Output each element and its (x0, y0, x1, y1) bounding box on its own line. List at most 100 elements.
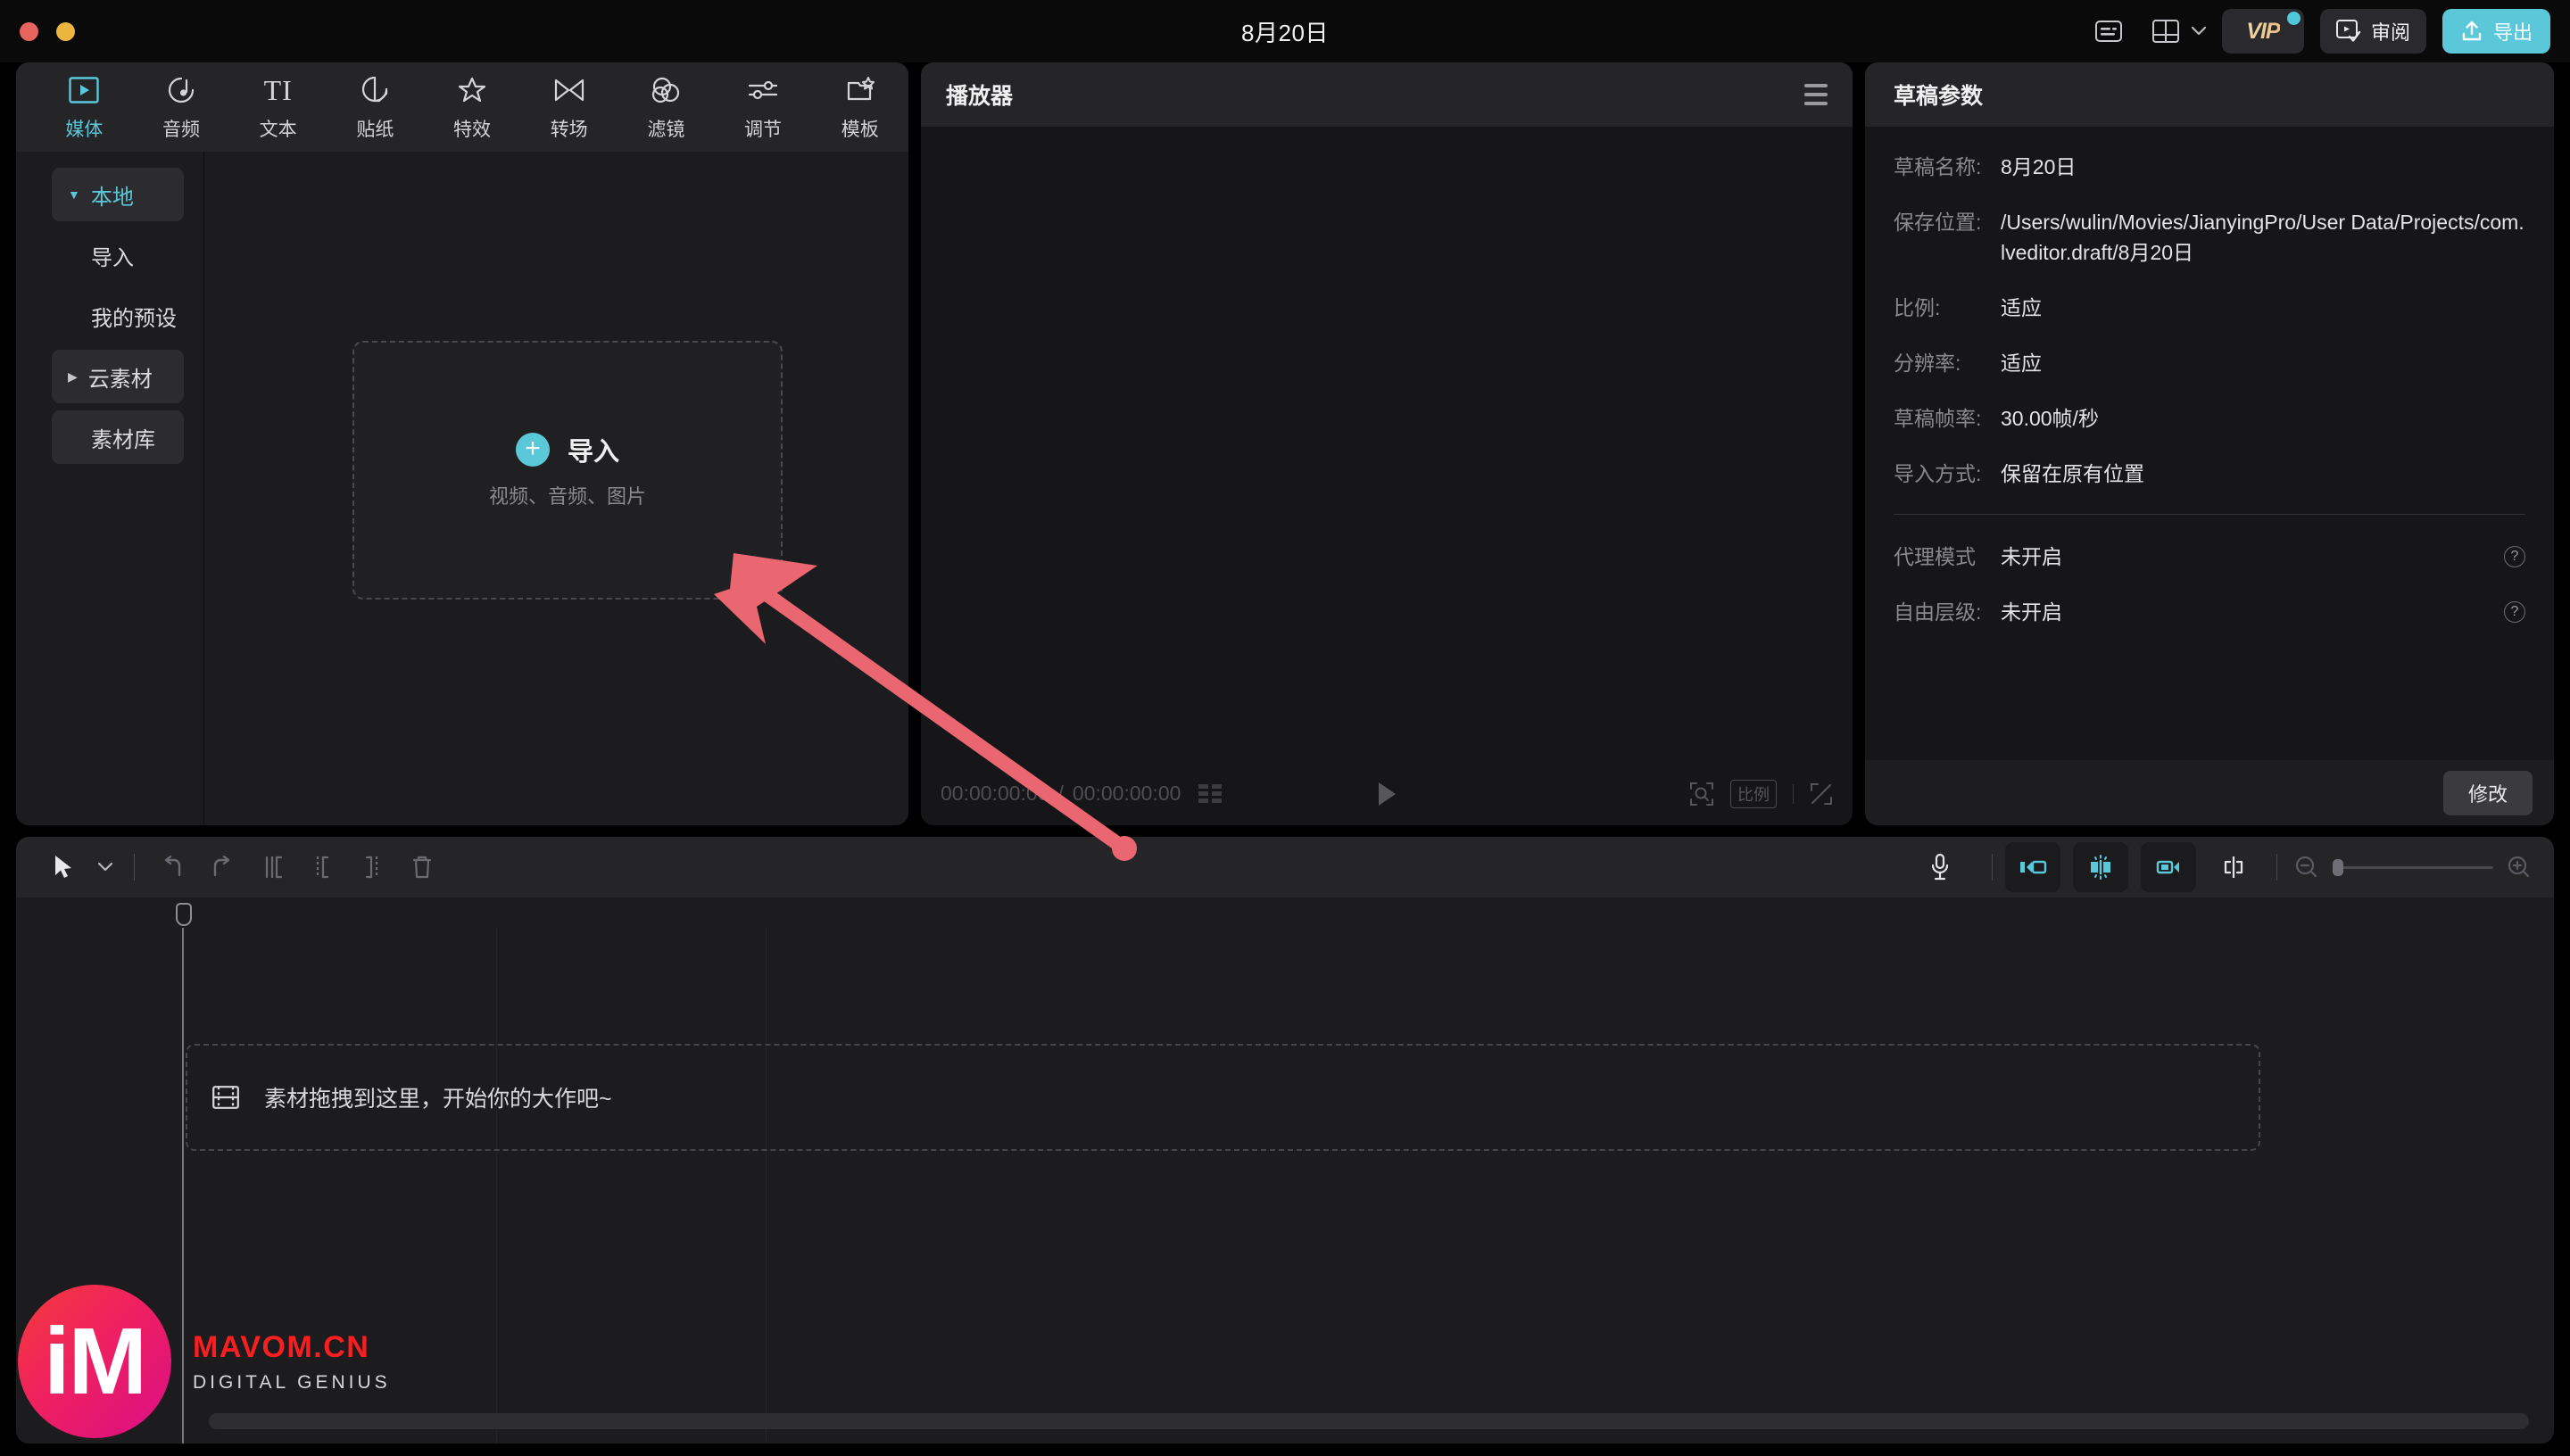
chevron-down-icon: ▼ (68, 187, 80, 202)
timeline-panel: 素材拖拽到这里，开始你的大作吧~ (16, 837, 2554, 1444)
layout-icon[interactable] (2145, 12, 2186, 50)
media-tabs: 媒体 音频 TI 文本 贴纸 特效 转场 滤镜 调节 模板 (16, 62, 908, 152)
tab-media[interactable]: 媒体 (36, 62, 133, 152)
timeline-left-tools (39, 842, 447, 892)
transition-icon (554, 73, 584, 107)
export-button[interactable]: 导出 (2442, 9, 2550, 54)
audio-icon (167, 73, 195, 107)
import-subtitle: 视频、音频、图片 (488, 485, 646, 508)
timeline-gridline (496, 928, 497, 1444)
caption-icon[interactable] (2088, 12, 2129, 50)
timeline-horizontal-scrollbar[interactable] (209, 1413, 2529, 1429)
timeline-tracks[interactable]: 素材拖拽到这里，开始你的大作吧~ (16, 903, 2554, 1444)
zoom-slider-track[interactable] (2333, 858, 2493, 876)
timecode-separator: / (1057, 782, 1064, 805)
param-label: 保存位置: (1894, 211, 1982, 234)
param-label: 代理模式 (1894, 545, 1976, 568)
sidebar-item-library[interactable]: 素材库 (52, 410, 184, 464)
mirror-left-icon[interactable] (2005, 842, 2060, 892)
tab-adjust[interactable]: 调节 (715, 62, 812, 152)
review-button[interactable]: 审阅 (2319, 9, 2426, 54)
layout-selector[interactable] (2145, 12, 2206, 50)
chevron-down-icon[interactable] (2191, 27, 2206, 36)
tab-effects[interactable]: 特效 (424, 62, 521, 152)
fullscreen-icon[interactable] (1810, 782, 1833, 806)
help-icon[interactable]: ? (2504, 601, 2525, 623)
draft-params-panel: 草稿参数 草稿名称: 8月20日 保存位置: /Users/wulin/Movi… (1865, 62, 2554, 825)
select-cursor-icon[interactable] (39, 842, 89, 892)
ratio-button[interactable]: 比例 (1730, 779, 1777, 808)
param-row-resolution: 分辨率: 适应 (1894, 348, 2525, 378)
grid-icon[interactable] (1198, 784, 1223, 803)
tab-sticker[interactable]: 贴纸 (327, 62, 424, 152)
sidebar-item-presets-label: 我的预设 (91, 306, 177, 331)
zoom-slider-knob[interactable] (2333, 858, 2343, 876)
param-value: 适应 (2001, 296, 2042, 319)
player-controls: 00:00:00:00 / 00:00:00:00 比例 (921, 762, 1853, 825)
undo-icon[interactable] (147, 842, 197, 892)
divider (2276, 854, 2277, 881)
vip-button[interactable]: VIP (2221, 9, 2304, 54)
param-label: 比例: (1894, 296, 1941, 319)
param-label: 草稿名称: (1894, 155, 1982, 178)
trim-right-icon[interactable] (347, 842, 397, 892)
player-title: 播放器 (946, 84, 1014, 109)
param-row-proxy-mode: 代理模式 未开启 ? (1894, 542, 2525, 572)
play-icon[interactable] (1373, 779, 1400, 809)
vip-label: VIP (2246, 18, 2280, 44)
template-icon (846, 73, 875, 107)
player-right-controls: 比例 (1689, 779, 1833, 808)
tab-transition-label: 转场 (550, 119, 588, 140)
param-row-ratio: 比例: 适应 (1894, 293, 2525, 323)
current-timecode[interactable]: 00:00:00:00 (941, 782, 1049, 806)
watermark-tagline: DIGITAL GENIUS (193, 1371, 391, 1393)
link-icon[interactable] (2209, 842, 2259, 892)
review-label: 审阅 (2370, 21, 2410, 44)
zoom-slider-group[interactable] (2295, 856, 2531, 879)
param-row-import-mode: 导入方式: 保留在原有位置 (1894, 459, 2525, 489)
sidebar-item-cloud-label: 云素材 (87, 367, 153, 392)
sidebar-item-presets[interactable]: 我的预设 (52, 289, 184, 343)
zoom-in-icon[interactable] (2508, 856, 2531, 879)
zoom-out-icon[interactable] (2295, 856, 2318, 879)
main-area: 媒体 音频 TI 文本 贴纸 特效 转场 滤镜 调节 模板 ▼ 本地 导入 我的… (0, 62, 2570, 825)
import-dropzone[interactable]: + 导入 视频、音频、图片 (352, 341, 783, 600)
timeline-ruler[interactable] (16, 898, 2554, 928)
microphone-icon[interactable] (1915, 842, 1965, 892)
tab-template[interactable]: 模板 (811, 62, 908, 152)
delete-icon[interactable] (397, 842, 447, 892)
media-panel: 媒体 音频 TI 文本 贴纸 特效 转场 滤镜 调节 模板 ▼ 本地 导入 我的… (16, 62, 908, 825)
media-sidebar: ▼ 本地 导入 我的预设 ▶ 云素材 素材库 (16, 152, 203, 825)
snap-icon[interactable] (2073, 842, 2128, 892)
hamburger-icon[interactable] (1804, 84, 1828, 105)
magnify-fit-icon[interactable] (1689, 782, 1714, 807)
mirror-right-icon[interactable] (2141, 842, 2196, 892)
draft-params-header: 草稿参数 (1865, 62, 2554, 127)
timeline-toolbar (16, 837, 2554, 898)
playhead-handle[interactable] (176, 903, 192, 926)
param-label: 分辨率: (1894, 352, 1961, 375)
sidebar-item-cloud[interactable]: ▶ 云素材 (52, 350, 184, 403)
film-strip-icon (212, 1086, 239, 1109)
tab-filter[interactable]: 滤镜 (618, 62, 715, 152)
modify-button[interactable]: 修改 (2442, 770, 2533, 815)
timeline-dropzone[interactable]: 素材拖拽到这里，开始你的大作吧~ (186, 1044, 2260, 1151)
chevron-down-icon[interactable] (89, 842, 121, 892)
sidebar-item-local[interactable]: ▼ 本地 (52, 168, 184, 221)
tab-audio[interactable]: 音频 (133, 62, 230, 152)
param-row-draft-name: 草稿名称: 8月20日 (1894, 152, 2525, 182)
tab-transition[interactable]: 转场 (520, 62, 618, 152)
trim-left-icon[interactable] (297, 842, 347, 892)
export-label: 导出 (2492, 21, 2533, 44)
redo-icon[interactable] (197, 842, 247, 892)
draft-params-footer: 修改 (1865, 760, 2554, 825)
split-icon[interactable] (247, 842, 297, 892)
param-value: 未开启 (2001, 545, 2062, 568)
param-value: 未开启 (2001, 600, 2062, 624)
player-stage[interactable] (921, 127, 1853, 762)
import-label: 导入 (567, 438, 619, 467)
sidebar-item-import[interactable]: 导入 (52, 228, 184, 282)
tab-text[interactable]: TI 文本 (229, 62, 327, 152)
help-icon[interactable]: ? (2504, 546, 2525, 567)
param-label: 导入方式: (1894, 462, 1982, 485)
